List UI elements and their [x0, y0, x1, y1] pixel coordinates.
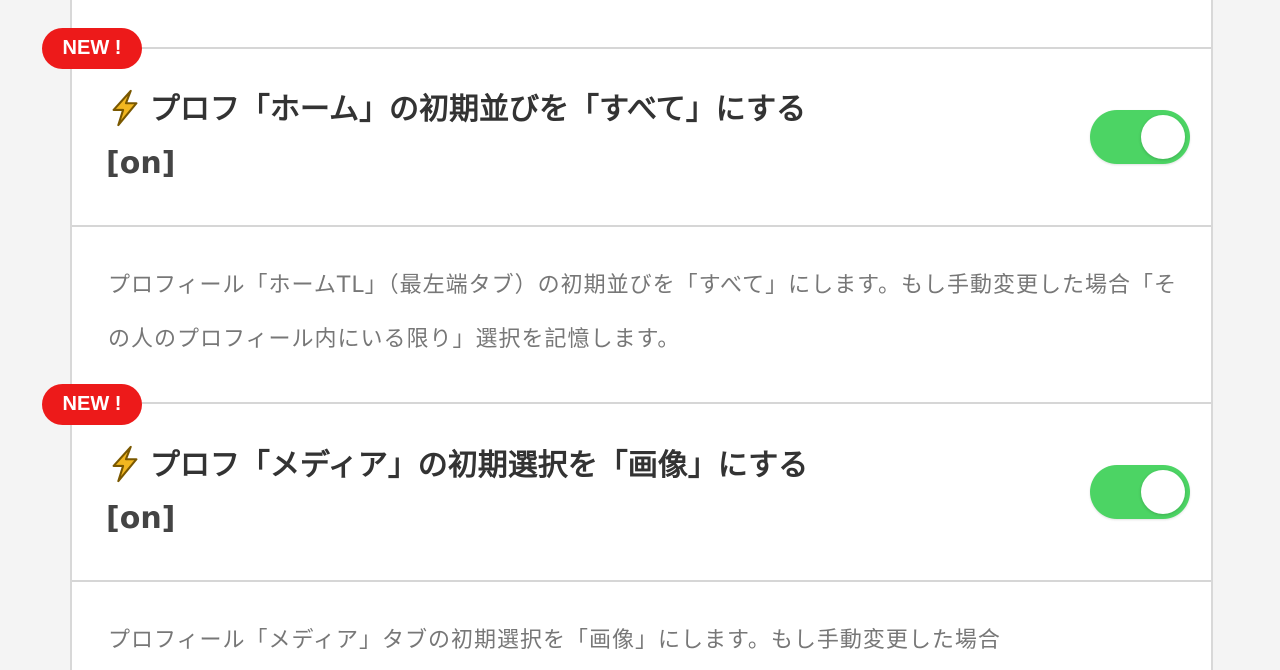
- section-divider: [72, 402, 1211, 404]
- setting-description: プロフィール「ホームTL」（最左端タブ）の初期並びを「すべて」にします。もし手動…: [108, 273, 1177, 352]
- lightning-bolt-icon: [106, 89, 144, 127]
- section-divider: [72, 580, 1211, 582]
- setting-title: プロフ「メディア」の初期選択を「画像」にする: [106, 445, 1026, 485]
- setting-state: [on]: [106, 146, 176, 181]
- setting-title-text: プロフ「メディア」の初期選択を「画像」にする: [150, 448, 809, 483]
- toggle-knob: [1141, 470, 1185, 514]
- setting-toggle[interactable]: [1090, 465, 1190, 519]
- section-divider: [72, 47, 1211, 49]
- toggle-knob: [1141, 115, 1185, 159]
- new-badge: NEW !: [42, 28, 142, 69]
- setting-title-text: プロフ「ホーム」の初期並びを「すべて」にする: [150, 92, 807, 127]
- setting-description: プロフィール「メディア」タブの初期選択を「画像」にします。もし手動変更した場合: [108, 628, 1001, 653]
- setting-title: プロフ「ホーム」の初期並びを「すべて」にする: [106, 89, 1026, 129]
- lightning-bolt-icon: [106, 445, 144, 483]
- new-badge: NEW !: [42, 384, 142, 425]
- settings-panel: プロフ「ホーム」の初期並びを「すべて」にする [on] プロフィール「ホームTL…: [70, 0, 1213, 670]
- setting-state: [on]: [106, 501, 176, 536]
- section-divider: [72, 225, 1211, 227]
- setting-toggle[interactable]: [1090, 110, 1190, 164]
